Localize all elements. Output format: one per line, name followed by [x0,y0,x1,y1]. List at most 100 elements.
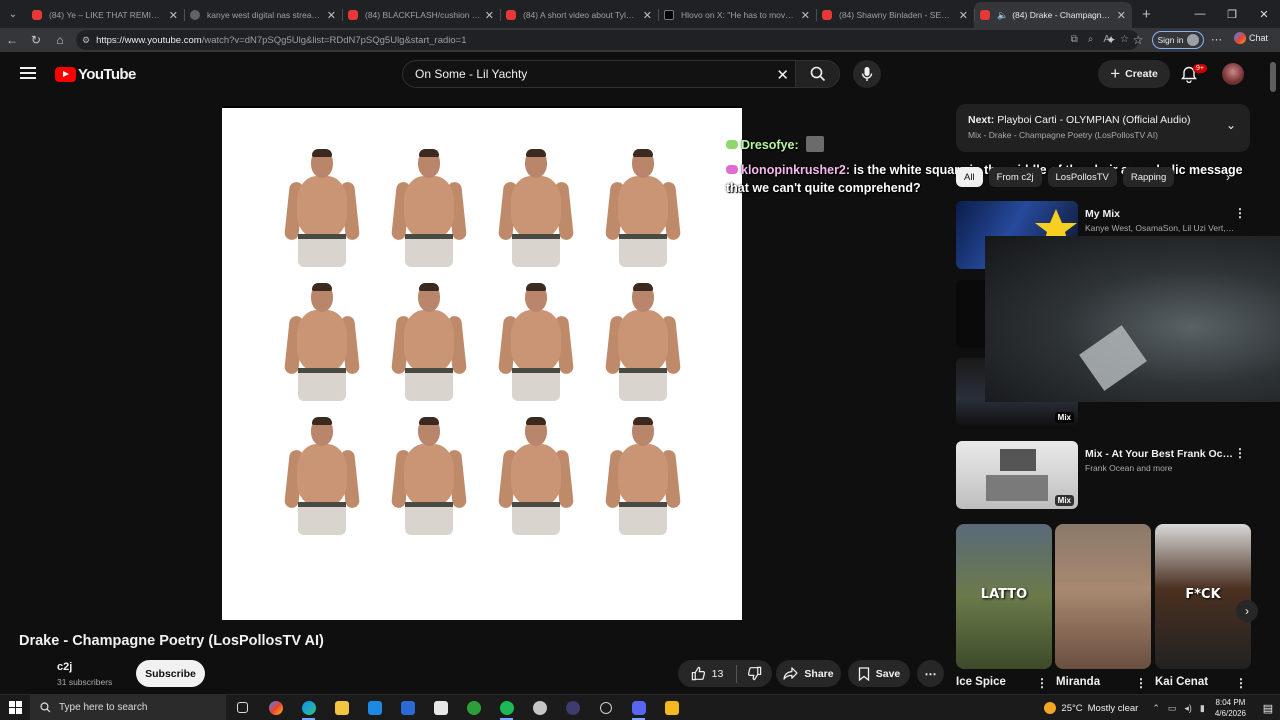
address-bar[interactable]: ⚙ https://www.youtube.com/watch?v=dN7pSQ… [76,30,1139,50]
app-icon[interactable] [556,695,589,720]
up-next-panel[interactable]: Next: Playboi Carti - OLYMPIAN (Official… [956,104,1250,152]
search-button[interactable] [795,60,840,88]
youtube-logo[interactable]: YouTube [55,66,136,83]
chip-lospollostv[interactable]: LosPollosTV [1047,167,1117,187]
more-options-icon[interactable]: ⋮ [1234,206,1246,220]
short-title[interactable]: Miranda [1056,676,1100,688]
spotify-icon[interactable] [490,695,523,720]
more-options-icon[interactable]: ⋮ [1135,676,1147,690]
notepad-icon[interactable] [424,695,457,720]
short-thumbnail[interactable]: F*CK [1155,524,1251,669]
new-tab-icon[interactable]: + [1142,6,1151,23]
close-icon[interactable]: ✕ [1117,9,1126,22]
chevron-up-icon[interactable]: ⌃ [1152,703,1160,714]
up-next-label: Next: [968,114,995,126]
app-icon[interactable] [655,695,688,720]
scrollbar-thumb[interactable] [1270,62,1276,92]
site-info-icon[interactable]: ⚙ [82,35,90,46]
notification-center-icon[interactable]: ▤ [1256,702,1280,715]
network-icon[interactable]: ▭ [1168,703,1177,714]
close-icon[interactable]: ✕ [169,9,178,22]
back-icon[interactable]: ← [0,28,24,52]
browser-tab[interactable]: Hlovo on X: "He has to move to a ✕ [658,2,816,28]
home-icon[interactable]: ⌂ [48,28,72,52]
battery-icon[interactable]: ▮ [1200,703,1205,714]
browser-menu-icon[interactable]: ⋯ [1211,33,1222,46]
channel-name[interactable]: c2j [57,661,72,673]
more-actions-button[interactable]: ⋯ [917,660,944,687]
steam-icon[interactable] [523,695,556,720]
dislike-button[interactable] [737,666,772,681]
close-icon[interactable]: ✕ [485,9,494,22]
close-icon[interactable]: ✕ [801,9,810,22]
save-button[interactable]: Save [848,660,910,687]
taskbar-search-input[interactable]: Type here to search [30,694,226,720]
copilot-icon[interactable] [259,695,292,720]
file-explorer-icon[interactable] [325,695,358,720]
menu-icon[interactable] [20,67,36,82]
clear-search-icon[interactable]: ✕ [776,66,789,84]
create-button[interactable]: + Create [1098,60,1170,88]
chip-all[interactable]: All [956,167,983,187]
discord-icon[interactable] [622,695,655,720]
chevron-down-icon[interactable]: ⌄ [1226,118,1236,132]
sign-in-button[interactable]: Sign in [1152,31,1204,49]
speaker-icon[interactable]: 🔈 [997,10,1008,21]
short-title[interactable]: Ice Spice [956,676,1006,688]
account-avatar[interactable] [1222,63,1244,85]
voice-search-button[interactable] [853,60,881,88]
microsoft-store-icon[interactable] [358,695,391,720]
share-button[interactable]: Share [776,660,841,687]
short-thumbnail[interactable]: LATTO [956,524,1052,669]
windows-start-icon[interactable] [0,695,30,720]
page-scrollbar[interactable] [1270,62,1276,682]
plus-icon: + [1110,64,1121,83]
more-options-icon[interactable]: ⋮ [1234,446,1246,460]
recommendation-item[interactable]: Mix Mix - At Your Best Frank Ocean Frank… [956,441,1250,509]
like-button[interactable]: 13 [678,666,736,681]
task-view-icon[interactable] [226,695,259,720]
browser-tab[interactable]: (84) A short video about Tyler Pe ✕ [500,2,658,28]
system-clock[interactable]: 8:04 PM 4/6/2026 [1215,697,1246,719]
more-options-icon[interactable]: ⋮ [1235,676,1247,690]
subscribe-button[interactable]: Subscribe [136,660,205,687]
mail-icon[interactable] [391,695,424,720]
chip-from-channel[interactable]: From c2j [988,167,1042,187]
copilot-chat-button[interactable]: Chat [1234,32,1268,44]
settings-gear-icon[interactable] [589,695,622,720]
reload-icon[interactable]: ↻ [24,28,48,52]
video-player[interactable] [222,106,742,620]
browser-tab[interactable]: (84) BLACKFLASH/cushion - YouTu ✕ [342,2,500,28]
emote-icon [806,136,825,152]
favorites-icon[interactable]: ☆ [1126,28,1150,52]
xbox-icon[interactable] [457,695,490,720]
close-icon[interactable]: ✕ [643,9,652,22]
chevron-right-icon[interactable]: › [1226,170,1230,184]
minimize-icon[interactable]: — [1184,0,1216,28]
volume-icon[interactable]: ◂) [1184,703,1192,714]
install-app-icon[interactable]: ⧉ [1071,34,1078,45]
share-label: Share [804,667,834,680]
short-title[interactable]: Kai Cenat [1155,676,1208,688]
browser-tab[interactable]: (84) Ye – LIKE THAT REMIX - YouTu ✕ [26,2,184,28]
browser-tab[interactable]: kanye west digital nas stream - G ✕ [184,2,342,28]
url-path: /watch?v=dN7pSQg5Ulg&list=RDdN7pSQg5Ulg&… [201,34,467,46]
more-options-icon[interactable]: ⋮ [1036,676,1048,690]
tab-search-icon[interactable]: ⌄ [0,0,26,28]
chevron-right-icon[interactable]: › [1236,600,1258,622]
chip-rapping[interactable]: Rapping [1122,167,1175,187]
edge-browser-icon[interactable] [292,695,325,720]
weather-widget[interactable]: 25°C Mostly clear [1044,702,1138,714]
window-close-icon[interactable]: ✕ [1248,0,1280,28]
channel-avatar[interactable] [19,660,47,688]
close-icon[interactable]: ✕ [327,9,336,22]
close-icon[interactable]: ✕ [959,9,968,22]
restore-icon[interactable]: ❐ [1216,0,1248,28]
browser-tab[interactable]: (84) Shawny Binladen - SEE MY LO ✕ [816,2,974,28]
extensions-icon[interactable]: ✦ [1099,28,1123,52]
zoom-icon[interactable]: ⌕ [1088,34,1094,45]
browser-tab-active[interactable]: 🔈 (84) Drake - Champagne Poe ✕ [974,2,1132,28]
short-thumbnail[interactable] [1055,524,1151,669]
search-input[interactable]: On Some - Lil Yachty ✕ [402,60,795,88]
person-figure [484,280,591,414]
